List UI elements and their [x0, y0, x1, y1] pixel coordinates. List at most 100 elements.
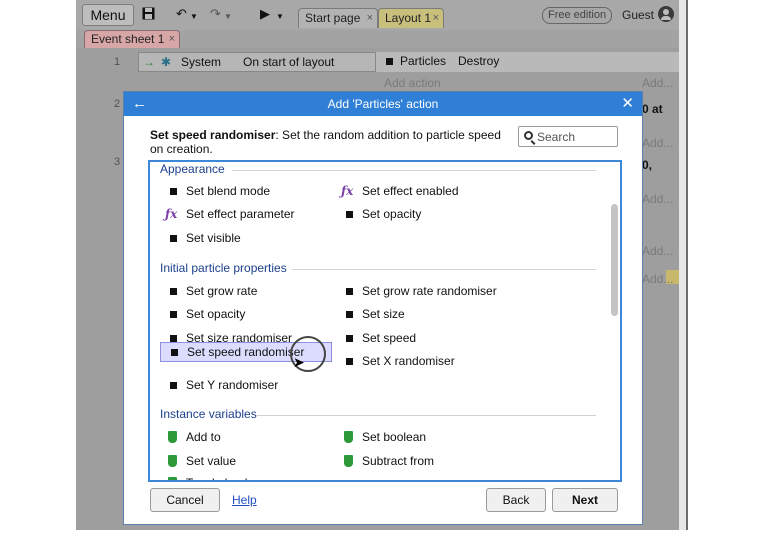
action-item[interactable]: Set grow rate [160, 282, 330, 300]
close-icon[interactable]: × [433, 9, 439, 28]
object-square-icon [171, 349, 178, 356]
condition-object: System [181, 55, 222, 69]
close-icon[interactable]: ✕ [621, 94, 634, 113]
mouse-pointer-icon: ➤ [293, 354, 305, 370]
effect-fx-icon: ƒx [165, 207, 178, 221]
search-box[interactable] [518, 126, 618, 147]
object-square-icon [346, 311, 353, 318]
undo-dropdown-icon[interactable]: ▼ [190, 10, 198, 24]
search-input[interactable] [537, 128, 617, 145]
row-number: 1 [114, 56, 121, 68]
action-text-peek: 0, [642, 158, 653, 172]
object-square-icon [170, 382, 177, 389]
section-divider [232, 170, 596, 171]
action-label: Set blend mode [186, 184, 271, 198]
action-label: Set grow rate [186, 284, 258, 298]
add-action-link[interactable]: Add action [384, 76, 441, 90]
object-square-icon [346, 335, 353, 342]
main-toolbar: Menu ↶ ▼ ↷ ▼ ▶ ▼ Start page × Layout 1 ×… [76, 0, 686, 30]
add-action-dialog: Add 'Particles' action ← ✕ Set speed ran… [124, 92, 642, 524]
gear-icon: ✱ [161, 55, 172, 69]
search-icon [524, 131, 533, 140]
action-label: Set opacity [186, 307, 246, 321]
instance-variable-icon [344, 455, 353, 467]
action-label: Set speed randomiser [187, 345, 305, 359]
object-square-icon [170, 288, 177, 295]
action-item[interactable]: Set boolean [336, 428, 506, 446]
section-initial-particle: Initial particle properties [160, 261, 287, 275]
section-divider [292, 269, 596, 270]
action-item[interactable]: Set blend mode [160, 182, 330, 200]
user-avatar-icon[interactable] [658, 6, 674, 22]
action-list[interactable]: Appearance Set blend mode ƒx Set effect e… [148, 160, 622, 482]
object-square-icon [346, 358, 353, 365]
action-label: Subtract from [362, 454, 435, 468]
action-item[interactable]: Set visible [160, 229, 330, 247]
action-label: Add to [186, 430, 221, 444]
action-item[interactable]: Toggle boolean [160, 474, 330, 480]
event-action[interactable]: Particles Destroy [376, 52, 680, 72]
next-button[interactable]: Next [552, 488, 618, 512]
description-title: Set speed randomiser [150, 128, 276, 142]
list-scrollbar[interactable] [611, 204, 618, 316]
action-label: Set effect enabled [362, 184, 459, 198]
close-icon[interactable]: × [169, 31, 175, 48]
back-arrow-icon[interactable]: ← [132, 95, 147, 112]
action-item[interactable]: ƒx Set effect parameter [160, 205, 330, 223]
action-item[interactable]: Set opacity [160, 305, 330, 323]
object-square-icon [170, 311, 177, 318]
close-icon[interactable]: × [367, 9, 373, 28]
undo-icon[interactable]: ↶ [176, 7, 187, 21]
menu-button[interactable]: Menu [82, 4, 134, 26]
action-item[interactable]: Set size [336, 305, 506, 323]
object-square-icon [346, 211, 353, 218]
event-condition[interactable]: → ✱ System On start of layout [138, 52, 376, 72]
action-item[interactable]: Subtract from [336, 452, 506, 470]
window-edge [679, 0, 686, 530]
action-label: Set size [362, 307, 405, 321]
dialog-header: Add 'Particles' action ← ✕ [124, 92, 642, 116]
tab-label: Event sheet 1 [91, 32, 165, 46]
action-item[interactable]: Set grow rate randomiser [336, 282, 506, 300]
add-link[interactable]: Add... [642, 192, 673, 206]
section-instance-variables: Instance variables [160, 407, 257, 421]
action-item[interactable]: Set opacity [336, 205, 506, 223]
tab-start-page[interactable]: Start page × [298, 8, 378, 28]
user-label[interactable]: Guest [622, 8, 654, 22]
back-button[interactable]: Back [486, 488, 546, 512]
add-link[interactable]: Add... [642, 272, 673, 286]
redo-icon[interactable]: ↷ [210, 7, 221, 21]
redo-dropdown-icon[interactable]: ▼ [224, 10, 232, 24]
row-number: 3 [114, 156, 121, 168]
edition-badge: Free edition [542, 7, 613, 24]
action-item[interactable]: Set Y randomiser [160, 376, 330, 394]
object-square-icon [386, 58, 393, 65]
action-label: Set Y randomiser [186, 378, 279, 392]
action-label: Set visible [186, 231, 241, 245]
add-link[interactable]: Add... [642, 76, 673, 90]
action-item[interactable]: ƒx Set effect enabled [336, 182, 506, 200]
add-link[interactable]: Add... [642, 136, 673, 150]
play-dropdown-icon[interactable]: ▼ [276, 10, 284, 24]
action-text-peek: 0 at [642, 102, 663, 116]
action-item[interactable]: Set speed [336, 329, 506, 347]
sheet-tab-bar: Event sheet 1 × [76, 30, 686, 48]
object-square-icon [170, 188, 177, 195]
save-icon[interactable] [142, 7, 155, 23]
action-label: Set value [186, 454, 237, 468]
action-item[interactable]: Set value [160, 452, 330, 470]
cancel-button[interactable]: Cancel [150, 488, 220, 512]
action-item[interactable]: Set X randomiser [336, 352, 506, 370]
tab-event-sheet-1[interactable]: Event sheet 1 × [84, 30, 180, 48]
add-link[interactable]: Add... [642, 244, 673, 258]
play-icon[interactable]: ▶ [260, 7, 270, 21]
action-description: Set speed randomiser: Set the random add… [150, 128, 516, 156]
tab-layout-1[interactable]: Layout 1 × [378, 8, 444, 28]
object-square-icon [170, 235, 177, 242]
action-label: Set effect parameter [186, 207, 295, 221]
action-item[interactable]: Add to [160, 428, 330, 446]
window-border [686, 0, 688, 530]
help-link[interactable]: Help [232, 493, 257, 507]
instance-variable-icon [344, 431, 353, 443]
arrow-right-icon: → [143, 55, 155, 69]
